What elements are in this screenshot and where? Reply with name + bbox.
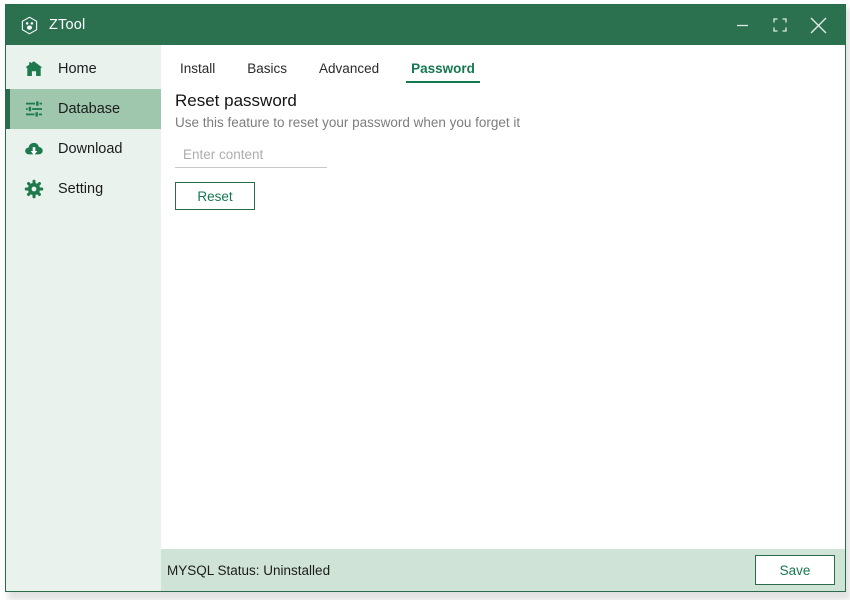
sidebar-item-download[interactable]: Download bbox=[6, 129, 161, 169]
tab-strip: Install Basics Advanced Password bbox=[161, 45, 845, 83]
sidebar-item-setting[interactable]: Setting bbox=[6, 169, 161, 209]
window-controls bbox=[723, 5, 845, 45]
mysql-status-text: MYSQL Status: Uninstalled bbox=[167, 562, 331, 578]
reset-button[interactable]: Reset bbox=[175, 182, 255, 210]
sliders-icon bbox=[24, 99, 44, 119]
app-title: ZTool bbox=[49, 17, 86, 33]
sidebar-item-label: Download bbox=[58, 141, 123, 157]
sidebar-item-home[interactable]: Home bbox=[6, 49, 161, 89]
close-button[interactable] bbox=[799, 5, 837, 45]
download-cloud-icon bbox=[24, 139, 44, 159]
gear-icon bbox=[24, 179, 44, 199]
app-window-page: ZTool Home Database Download Setting Ins… bbox=[0, 0, 850, 600]
maximize-button[interactable] bbox=[761, 5, 799, 45]
password-panel: Reset password Use this feature to reset… bbox=[161, 83, 845, 549]
status-bar: MYSQL Status: Uninstalled Save bbox=[161, 549, 845, 591]
content-area: Install Basics Advanced Password Reset p… bbox=[161, 45, 845, 591]
tab-basics[interactable]: Basics bbox=[242, 59, 292, 83]
panel-description: Use this feature to reset your password … bbox=[175, 115, 521, 130]
sidebar-item-label: Database bbox=[58, 101, 121, 117]
title-bar: ZTool bbox=[6, 5, 845, 45]
sidebar-item-label: Home bbox=[58, 61, 97, 77]
sidebar: Home Database Download Setting bbox=[6, 45, 161, 591]
minimize-button[interactable] bbox=[723, 5, 761, 45]
hexagon-paw-logo-icon bbox=[20, 16, 39, 35]
tab-password[interactable]: Password bbox=[406, 59, 480, 83]
window-body: Home Database Download Setting Install B… bbox=[6, 45, 845, 591]
home-icon bbox=[24, 59, 44, 79]
app-window: ZTool Home Database Download Setting Ins… bbox=[5, 4, 846, 592]
sidebar-item-database[interactable]: Database bbox=[6, 89, 161, 129]
tab-advanced[interactable]: Advanced bbox=[314, 59, 384, 83]
page-title: Reset password bbox=[175, 91, 297, 110]
save-button[interactable]: Save bbox=[755, 555, 835, 585]
sidebar-item-label: Setting bbox=[58, 181, 104, 197]
tab-install[interactable]: Install bbox=[175, 59, 220, 83]
reset-password-input[interactable] bbox=[175, 144, 327, 168]
